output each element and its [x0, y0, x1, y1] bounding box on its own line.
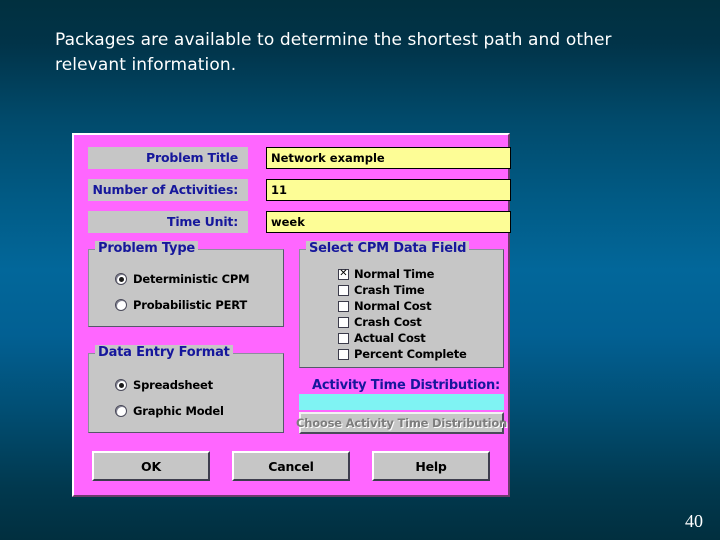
cpm-data-field-list: ✕ Normal Time Crash Time Normal Cost Cra…: [338, 266, 467, 362]
checkbox-normal-time-label: Normal Time: [354, 267, 435, 281]
slide: Packages are available to determine the …: [0, 0, 720, 540]
radio-probabilistic-pert[interactable]: Probabilistic PERT: [115, 298, 247, 312]
field-row-time-unit: Time Unit: week: [88, 211, 511, 233]
checkbox-percent-complete-label: Percent Complete: [354, 347, 467, 361]
radio-spreadsheet[interactable]: Spreadsheet: [115, 378, 213, 392]
problem-type-group: Problem Type Deterministic CPM Probabili…: [88, 241, 284, 327]
checkbox-crash-time-label: Crash Time: [354, 283, 425, 297]
time-unit-input[interactable]: week: [266, 211, 511, 233]
radio-spreadsheet-label: Spreadsheet: [133, 378, 213, 392]
field-row-number-of-activities: Number of Activities: 11: [88, 179, 511, 201]
checkbox-actual-cost[interactable]: Actual Cost: [338, 330, 467, 346]
checkbox-crash-cost[interactable]: Crash Cost: [338, 314, 467, 330]
cancel-button[interactable]: Cancel: [232, 451, 350, 481]
checkbox-crash-time[interactable]: Crash Time: [338, 282, 467, 298]
radio-probabilistic-pert-label: Probabilistic PERT: [133, 298, 248, 312]
number-of-activities-label: Number of Activities:: [88, 179, 248, 201]
radio-graphic-model-label: Graphic Model: [133, 404, 224, 418]
checkbox-crash-cost-label: Crash Cost: [354, 315, 422, 329]
radio-graphic-model-icon[interactable]: [115, 405, 127, 417]
radio-graphic-model[interactable]: Graphic Model: [115, 404, 224, 418]
choose-activity-time-distribution-button[interactable]: Choose Activity Time Distribution: [296, 412, 507, 434]
radio-probabilistic-pert-icon[interactable]: [115, 299, 127, 311]
checkbox-percent-complete[interactable]: Percent Complete: [338, 346, 467, 362]
data-entry-format-group-title: Data Entry Format: [95, 345, 233, 360]
help-button[interactable]: Help: [372, 451, 490, 481]
field-row-problem-title: Problem Title Network example: [88, 147, 511, 169]
slide-body-text: Packages are available to determine the …: [55, 30, 612, 75]
checkbox-crash-cost-icon[interactable]: [338, 316, 349, 328]
checkbox-percent-complete-icon[interactable]: [338, 348, 349, 360]
project-setup-dialog: Problem Title Network example Number of …: [72, 133, 511, 497]
activity-time-distribution-field[interactable]: [299, 394, 504, 410]
checkbox-normal-cost-label: Normal Cost: [354, 299, 432, 313]
checkbox-normal-cost-icon[interactable]: [338, 300, 349, 312]
checkbox-normal-cost[interactable]: Normal Cost: [338, 298, 467, 314]
checkbox-actual-cost-icon[interactable]: [338, 332, 349, 344]
page-number: 40: [685, 511, 703, 531]
radio-deterministic-cpm-label: Deterministic CPM: [133, 272, 250, 286]
radio-deterministic-cpm[interactable]: Deterministic CPM: [115, 272, 250, 286]
radio-spreadsheet-icon[interactable]: [115, 379, 127, 391]
checkbox-normal-time-icon[interactable]: ✕: [338, 268, 349, 280]
checkbox-actual-cost-label: Actual Cost: [354, 331, 426, 345]
cpm-data-field-group: Select CPM Data Field ✕ Normal Time Cras…: [299, 241, 504, 368]
time-unit-label: Time Unit:: [88, 211, 248, 233]
problem-type-group-title: Problem Type: [95, 241, 199, 256]
data-entry-format-group: Data Entry Format Spreadsheet Graphic Mo…: [88, 345, 284, 433]
problem-title-input[interactable]: Network example: [266, 147, 511, 169]
ok-button[interactable]: OK: [92, 451, 210, 481]
number-of-activities-input[interactable]: 11: [266, 179, 511, 201]
activity-time-distribution-label: Activity Time Distribution:: [311, 378, 501, 393]
problem-title-label: Problem Title: [88, 147, 248, 169]
checkbox-normal-time[interactable]: ✕ Normal Time: [338, 266, 467, 282]
radio-deterministic-cpm-icon[interactable]: [115, 273, 127, 285]
checkbox-crash-time-icon[interactable]: [338, 284, 349, 296]
cpm-data-field-group-title: Select CPM Data Field: [306, 241, 470, 256]
